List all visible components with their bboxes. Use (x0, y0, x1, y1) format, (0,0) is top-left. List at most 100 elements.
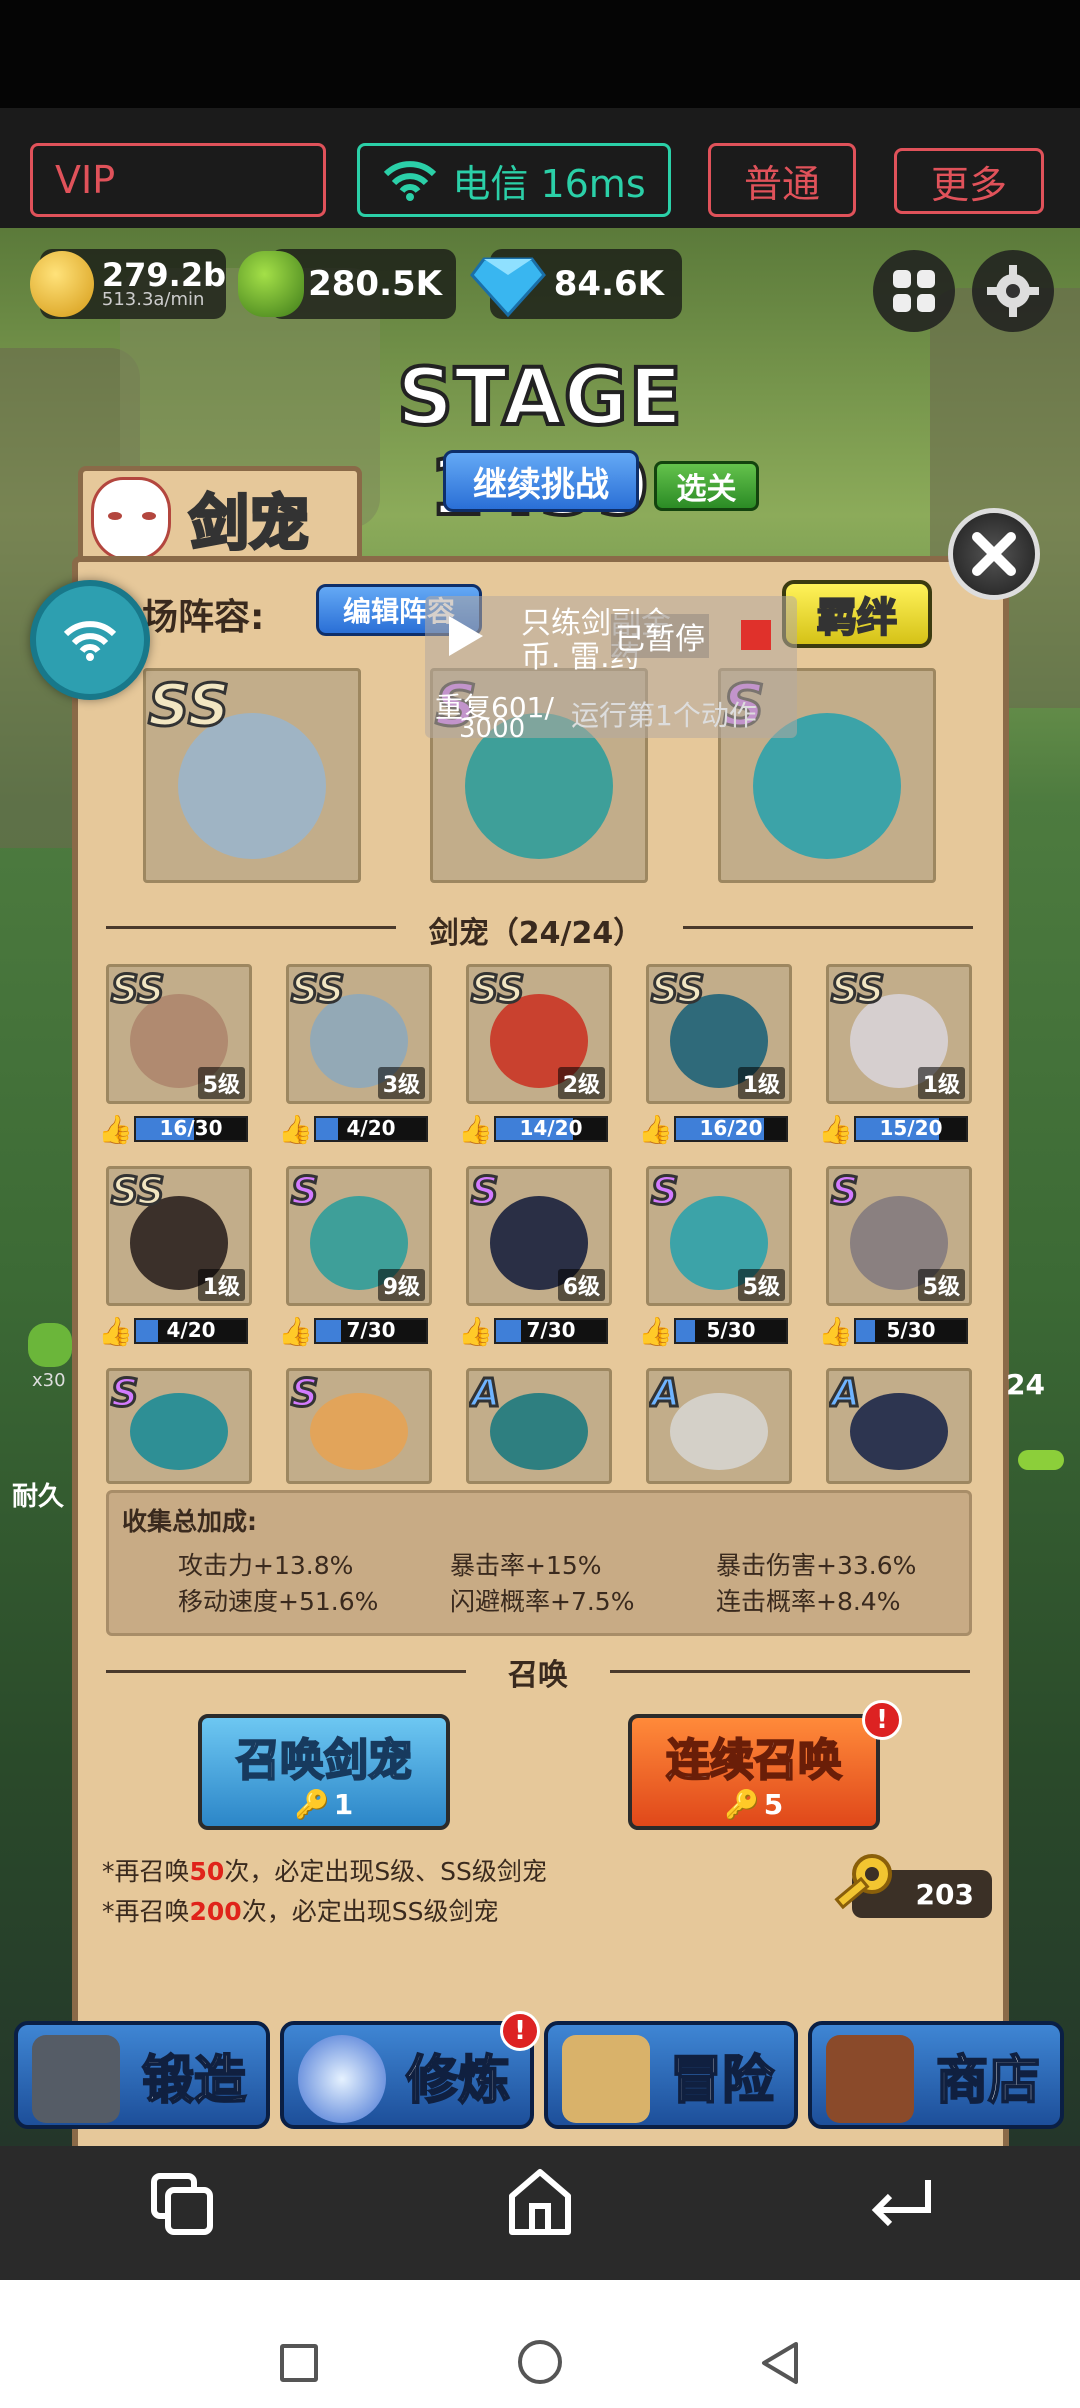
lineup-slot-1[interactable]: SS (143, 668, 361, 883)
nav-adventure[interactable]: 冒险 (544, 2021, 798, 2129)
nav-forge[interactable]: 锻造 (14, 2021, 270, 2129)
pet-card[interactable]: S 9级 (286, 1166, 432, 1306)
pet-grade: S (649, 1169, 679, 1215)
key-count: 203 (915, 1877, 974, 1911)
gold-counter: 279.2b 513.3a/min (30, 249, 226, 319)
summon-note-1: *再召唤50次，必定出现S级、SS级剑宠 (102, 1857, 547, 1886)
pet-level: 5级 (737, 1269, 785, 1301)
vip-button[interactable]: VIP (30, 143, 326, 217)
pet-card[interactable]: SS 1级 (646, 964, 792, 1104)
thumbs-up-icon: 👍 (98, 1113, 133, 1146)
bonus-crit-rate: 暴击率+15% (450, 1551, 602, 1580)
pet-card[interactable]: A (826, 1368, 972, 1484)
close-button[interactable] (948, 508, 1040, 600)
pet-progress-text: 16/30 (159, 1116, 223, 1140)
pet-progress-bar: 7/30 (314, 1318, 428, 1344)
menu-grid-button[interactable] (873, 250, 955, 332)
pet-level: 5级 (917, 1269, 965, 1301)
lineup-label: 场阵容: (142, 597, 265, 638)
bonus-combo: 连击概率+8.4% (716, 1587, 901, 1616)
pet-card[interactable]: SS 1级 (106, 1166, 252, 1306)
pet-progress-bar: 5/30 (854, 1318, 968, 1344)
diamond-icon (470, 257, 546, 318)
pet-card[interactable]: S (106, 1368, 252, 1484)
bond-button[interactable]: 羁绊 (782, 580, 932, 648)
pet-progress-bar: 5/30 (674, 1318, 788, 1344)
square-icon[interactable] (280, 2344, 318, 2382)
select-stage-button[interactable]: 选关 (654, 461, 759, 511)
game-viewport: 279.2b 513.3a/min 280.5K 84.6K STAGE 143… (0, 228, 1080, 2146)
bond-label: 羁绊 (816, 594, 898, 642)
green-ore-icon (238, 251, 304, 317)
pet-level: 1级 (917, 1067, 965, 1099)
pet-card[interactable]: SS 1级 (826, 964, 972, 1104)
settings-button[interactable] (972, 250, 1054, 332)
network-status-button[interactable]: 电信 16ms (357, 143, 671, 217)
pet-card[interactable]: SS 2级 (466, 964, 612, 1104)
pet-progress-text: 5/30 (886, 1318, 936, 1342)
pet-card[interactable]: SS 3级 (286, 964, 432, 1104)
pet-level: 2级 (557, 1067, 605, 1099)
floating-network-bubble[interactable] (30, 580, 150, 700)
pet-card[interactable]: S 5级 (826, 1166, 972, 1306)
pet-card[interactable]: SS 5级 (106, 964, 252, 1104)
map-icon (562, 2035, 650, 2123)
select-stage-label: 选关 (676, 472, 737, 507)
pet-card[interactable]: S 5级 (646, 1166, 792, 1306)
more-button[interactable]: 更多 (894, 148, 1044, 214)
pet-progress-text: 14/20 (519, 1116, 583, 1140)
continue-challenge-button[interactable]: 继续挑战 (443, 450, 639, 512)
back-icon[interactable] (868, 2174, 936, 2234)
quality-label: 普通 (743, 161, 820, 206)
gold-coin-icon (30, 251, 94, 317)
nav-shop[interactable]: 商店 (808, 2021, 1064, 2129)
overlay-running-status: 运行第1个动作 (571, 699, 757, 732)
thumbs-up-icon: 👍 (638, 1113, 673, 1146)
pet-grade: A (649, 1371, 681, 1417)
pet-grade: SS (469, 967, 525, 1013)
thumbs-up-icon: 👍 (818, 1315, 853, 1348)
alert-badge: ! (862, 1700, 902, 1740)
pet-tab-header: 剑宠 (78, 466, 362, 566)
continue-label: 继续挑战 (473, 464, 609, 505)
pet-grade: SS (146, 671, 231, 741)
bonus-crit-damage: 暴击伤害+33.6% (716, 1551, 917, 1580)
pet-card[interactable]: S (286, 1368, 432, 1484)
pet-grade: S (289, 1371, 319, 1417)
stop-icon[interactable] (741, 620, 771, 650)
multi-summon-cost: 🔑 5 (725, 1788, 783, 1821)
home-icon[interactable] (506, 2166, 574, 2238)
pet-card[interactable]: A (646, 1368, 792, 1484)
circle-icon[interactable] (518, 2340, 562, 2384)
thumbs-up-icon: 👍 (638, 1315, 673, 1348)
pet-grade: SS (109, 1169, 165, 1215)
pet-grade: S (289, 1169, 319, 1215)
pet-tab-title: 剑宠 (188, 488, 311, 561)
triangle-back-icon[interactable] (758, 2340, 802, 2386)
pet-level: 1级 (197, 1269, 245, 1301)
treasure-chest-icon (826, 2035, 914, 2123)
gold-rate: 513.3a/min (101, 289, 205, 310)
multi-summon-button[interactable]: 连续召唤 🔑 5 (628, 1714, 880, 1830)
pet-level: 6级 (557, 1269, 605, 1301)
pet-grade: S (829, 1169, 859, 1215)
pet-progress-text: 7/30 (526, 1318, 576, 1342)
pet-card[interactable]: S 6级 (466, 1166, 612, 1306)
pet-grade: A (469, 1371, 501, 1417)
grid-icon (893, 270, 935, 312)
pet-grade: SS (109, 967, 165, 1013)
nav-cultivate[interactable]: 修炼 (280, 2021, 534, 2129)
quality-button[interactable]: 普通 (708, 143, 856, 217)
pet-progress-bar: 16/20 (674, 1116, 788, 1142)
play-icon[interactable] (445, 614, 485, 658)
pet-grade: S (469, 1169, 499, 1215)
summon-cost: 🔑 1 (295, 1788, 353, 1821)
recent-apps-icon[interactable] (146, 2168, 218, 2240)
key-icon (834, 1854, 892, 1910)
pet-progress-bar: 7/30 (494, 1318, 608, 1344)
summon-pet-button[interactable]: 召唤剑宠 🔑 1 (198, 1714, 450, 1830)
thumbs-up-icon: 👍 (458, 1113, 493, 1146)
pet-progress-text: 5/30 (706, 1318, 756, 1342)
pet-card[interactable]: A (466, 1368, 612, 1484)
summon-note-2: *再召唤200次，必定出现SS级剑宠 (102, 1897, 499, 1926)
